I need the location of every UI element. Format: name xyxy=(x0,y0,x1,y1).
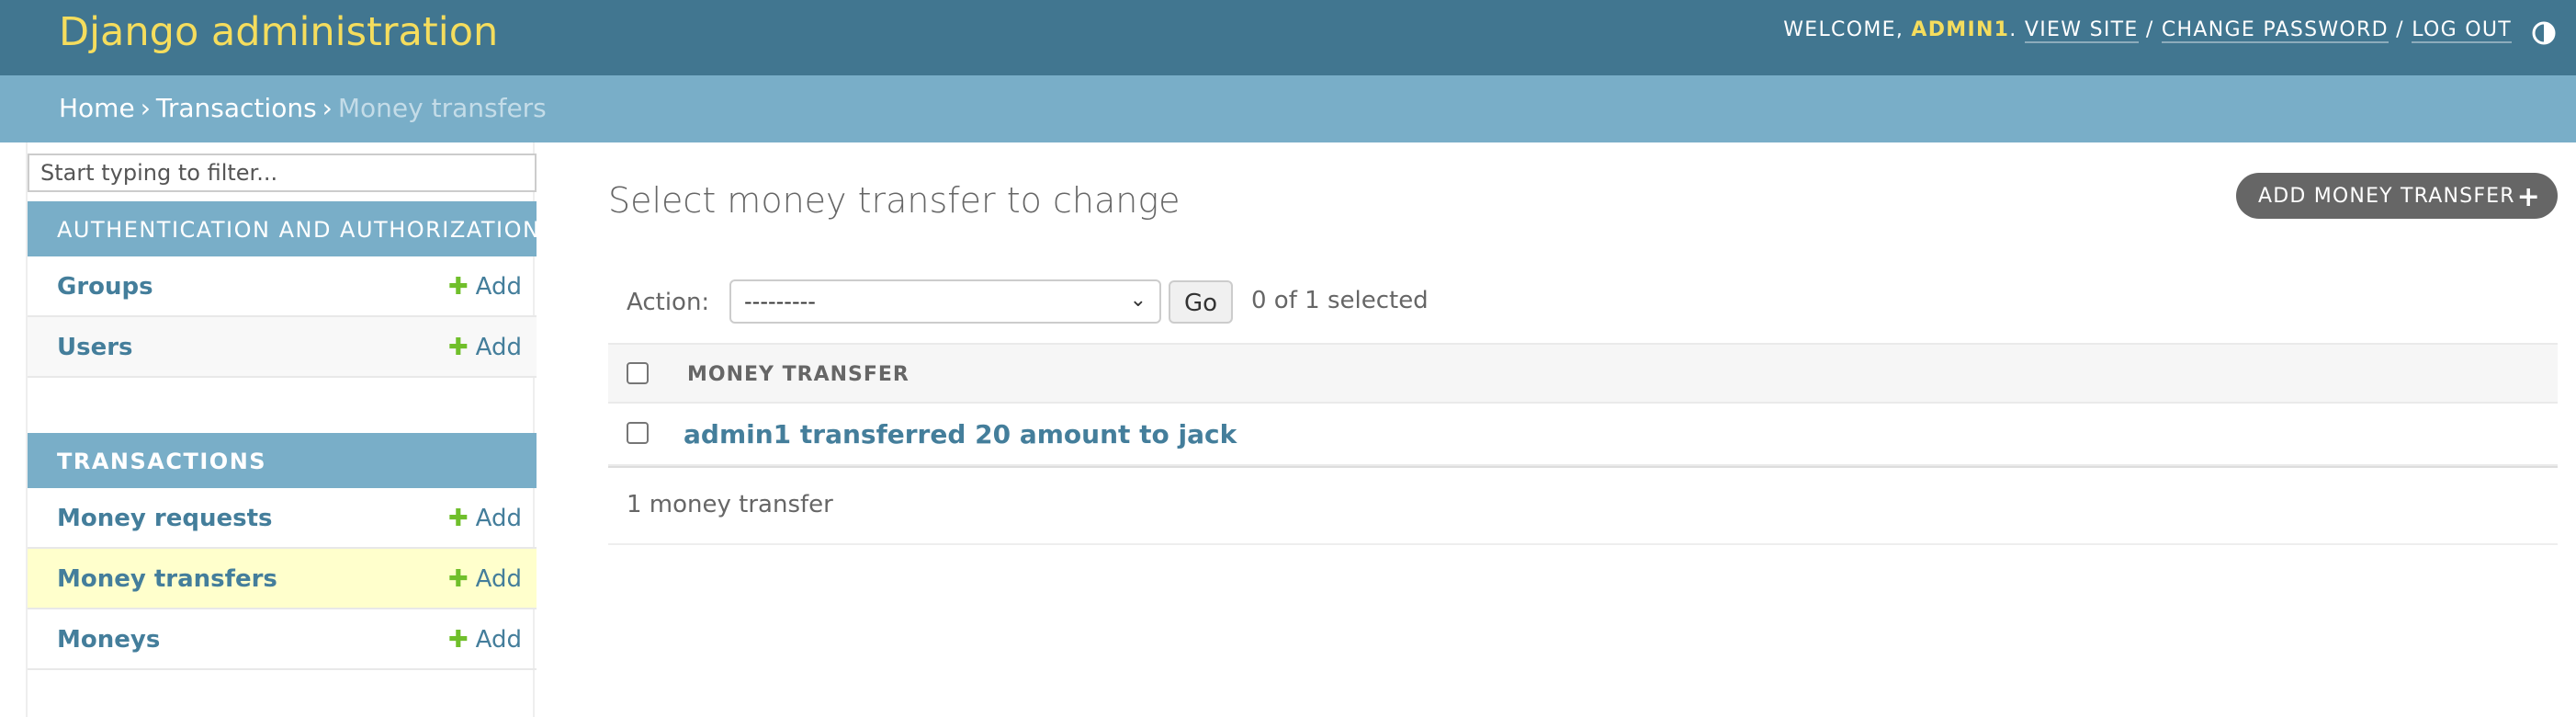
row-checkbox[interactable] xyxy=(627,422,649,444)
column-header-money-transfer[interactable]: MONEY TRANSFER xyxy=(687,363,910,386)
sidebar-item-label[interactable]: Moneys xyxy=(57,626,160,654)
row-link[interactable]: admin1 transferred 20 amount to jack xyxy=(684,419,1237,450)
add-money-requests-link[interactable]: ✚ Add xyxy=(448,505,522,532)
log-out-link[interactable]: LOG OUT xyxy=(2412,18,2512,43)
add-users-link[interactable]: ✚ Add xyxy=(448,334,522,361)
sidebar-item-users: Users ✚ Add xyxy=(28,317,537,378)
site-header: Django administration WELCOME, ADMIN1. V… xyxy=(0,0,2576,75)
user-tools: WELCOME, ADMIN1. VIEW SITE / CHANGE PASS… xyxy=(1783,18,2512,43)
plus-icon: ✚ xyxy=(447,565,469,593)
plus-icon: ✚ xyxy=(447,334,469,361)
chevron-down-icon: ⌄ xyxy=(1129,289,1147,312)
add-button-label: ADD MONEY TRANSFER xyxy=(2258,185,2515,208)
sidebar-item-money-transfers: Money transfers ✚ Add xyxy=(28,549,537,609)
plus-icon: ✚ xyxy=(447,626,469,654)
add-groups-link[interactable]: ✚ Add xyxy=(448,273,522,301)
sidebar-item-label[interactable]: Users xyxy=(57,334,133,361)
sidebar-item-moneys: Moneys ✚ Add xyxy=(28,609,537,670)
selected-count: 0 of 1 selected xyxy=(1251,287,1429,314)
breadcrumb-separator: › xyxy=(140,93,151,123)
sidebar-item-label[interactable]: Groups xyxy=(57,273,153,301)
table-header: MONEY TRANSFER xyxy=(608,343,2558,404)
theme-toggle-icon[interactable] xyxy=(2530,19,2558,47)
table-row: admin1 transferred 20 amount to jack xyxy=(608,404,2558,466)
plus-icon: ✚ xyxy=(447,273,469,301)
sidebar-item-money-requests: Money requests ✚ Add xyxy=(28,488,537,549)
go-button[interactable]: Go xyxy=(1169,280,1233,324)
plus-icon: ✚ xyxy=(447,505,469,532)
module-caption-transactions[interactable]: TRANSACTIONS xyxy=(28,433,537,488)
select-all-checkbox[interactable] xyxy=(627,362,649,384)
add-money-transfer-button[interactable]: ADD MONEY TRANSFER + xyxy=(2236,173,2558,219)
add-money-transfers-link[interactable]: ✚ Add xyxy=(448,565,522,593)
breadcrumb-separator: › xyxy=(322,93,333,123)
action-select-value: --------- xyxy=(744,289,816,314)
add-moneys-link[interactable]: ✚ Add xyxy=(448,626,522,654)
plus-icon: + xyxy=(2516,181,2541,213)
username: ADMIN1 xyxy=(1911,18,2010,41)
sidebar-filter-input[interactable] xyxy=(28,154,537,192)
action-label: Action: xyxy=(627,289,710,316)
action-select[interactable]: --------- ⌄ xyxy=(729,279,1161,324)
sidebar-item-label[interactable]: Money requests xyxy=(57,505,272,532)
change-password-link[interactable]: CHANGE PASSWORD xyxy=(2161,18,2389,43)
view-site-link[interactable]: VIEW SITE xyxy=(2024,18,2139,43)
welcome-text: WELCOME, xyxy=(1783,18,1912,41)
separator: / xyxy=(2388,18,2412,41)
paginator: 1 money transfer xyxy=(608,466,2558,545)
separator: / xyxy=(2138,18,2162,41)
result-count: 1 money transfer xyxy=(627,491,833,518)
site-title[interactable]: Django administration xyxy=(59,9,498,55)
breadcrumb-transactions[interactable]: Transactions xyxy=(156,93,317,123)
sidebar-item-groups: Groups ✚ Add xyxy=(28,256,537,317)
breadcrumb: Home › Transactions › Money transfers xyxy=(0,75,2576,142)
nav-sidebar: AUTHENTICATION AND AUTHORIZATION Groups … xyxy=(26,142,539,717)
page-title: Select money transfer to change xyxy=(608,180,1181,221)
module-caption-auth[interactable]: AUTHENTICATION AND AUTHORIZATION xyxy=(28,201,539,256)
sidebar-item-label[interactable]: Money transfers xyxy=(57,565,277,593)
breadcrumb-home[interactable]: Home xyxy=(59,93,135,123)
breadcrumb-current: Money transfers xyxy=(337,93,547,123)
